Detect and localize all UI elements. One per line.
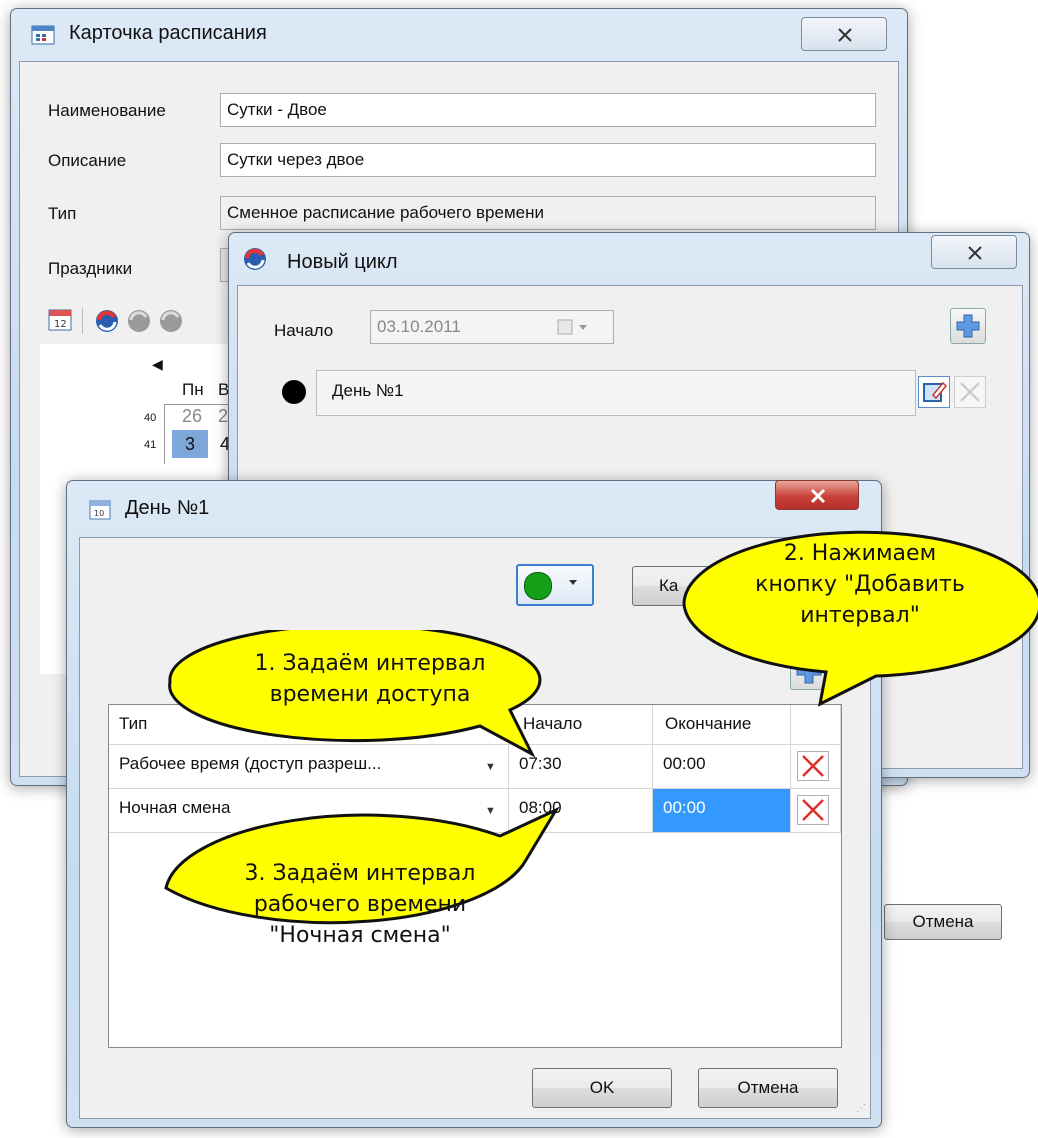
calendar-day[interactable]: 26 <box>182 406 202 427</box>
type-label: Тип <box>48 204 77 223</box>
week-number: 40 <box>144 412 157 424</box>
toolbar-separator <box>82 308 83 334</box>
close-icon <box>810 488 826 504</box>
add-day-button[interactable] <box>950 308 986 344</box>
table-row-end-cell[interactable]: 00:00 <box>653 745 791 789</box>
calendar-divider <box>164 404 165 464</box>
week-number: 41 <box>144 439 157 451</box>
column-header-end[interactable]: Окончание <box>653 705 791 745</box>
calendar-icon <box>31 23 55 45</box>
color-swatch <box>524 572 552 600</box>
close-button[interactable] <box>931 235 1017 269</box>
cancel-button[interactable]: Отмена <box>698 1068 838 1108</box>
color-picker-button[interactable] <box>516 564 594 606</box>
refresh-icon[interactable] <box>158 308 184 339</box>
name-label: Наименование <box>48 101 166 120</box>
delete-icon <box>802 755 824 777</box>
day-item-label: День №1 <box>332 381 404 400</box>
name-field[interactable]: Сутки - Двое <box>220 93 876 127</box>
close-button[interactable] <box>775 480 859 510</box>
start-date-value: 03.10.2011 <box>377 317 461 336</box>
close-icon <box>968 246 982 260</box>
start-label: Начало <box>274 321 334 340</box>
cancel-button[interactable]: Отмена <box>884 904 1002 940</box>
dropdown-arrow-icon <box>566 575 580 594</box>
window-title: Карточка расписания <box>69 22 267 44</box>
add-icon <box>956 314 980 338</box>
window-title: День №1 <box>125 497 210 519</box>
weekday-header: Пн <box>182 380 204 399</box>
date-picker-icon[interactable] <box>557 318 591 341</box>
holidays-label: Праздники <box>48 259 133 278</box>
refresh-icon <box>243 247 267 270</box>
schedule-card-titlebar: Карточка расписания <box>11 9 907 61</box>
callout-3-text: 3. Задаём интервал рабочего времени "Ночна… <box>244 861 476 948</box>
calendar-icon[interactable]: 12 <box>48 308 72 337</box>
delete-icon[interactable] <box>954 376 986 408</box>
close-button[interactable] <box>801 17 887 51</box>
svg-text:10: 10 <box>94 509 104 518</box>
description-field[interactable]: Сутки через двое <box>220 143 876 177</box>
table-row-end-cell-selected[interactable]: 00:00 <box>653 789 791 833</box>
refresh-icon[interactable] <box>126 308 152 339</box>
start-date-field[interactable]: 03.10.2011 <box>370 310 614 344</box>
calendar-icon: 10 <box>89 499 113 521</box>
refresh-icon[interactable] <box>94 308 120 339</box>
ok-button[interactable]: OK <box>532 1068 672 1108</box>
description-label: Описание <box>48 151 127 170</box>
close-icon <box>838 28 852 42</box>
new-cycle-titlebar: Новый цикл <box>229 233 1029 285</box>
calendar-prev-arrow-icon[interactable]: ◀ <box>152 356 163 373</box>
callout-2-text: 2. Нажимаем кнопку "Добавить интервал" <box>755 541 965 628</box>
delete-interval-button[interactable] <box>797 751 829 781</box>
day-list-item[interactable]: День №1 <box>282 370 1002 416</box>
window-title: Новый цикл <box>287 251 398 273</box>
resize-grip-icon[interactable]: ⋰ <box>856 1103 866 1114</box>
edit-icon[interactable] <box>918 376 950 408</box>
callout-1-text: 1. Задаём интервал времени доступа <box>254 651 486 707</box>
table-row-action-cell <box>791 789 841 833</box>
table-row-action-cell <box>791 745 841 789</box>
delete-interval-button[interactable] <box>797 795 829 825</box>
calendar-day-selected[interactable]: 3 <box>172 430 208 458</box>
day-item-box <box>316 370 916 416</box>
column-header-actions <box>791 705 841 745</box>
day-color-dot <box>282 380 306 404</box>
type-field: Сменное расписание рабочего времени <box>220 196 876 230</box>
delete-icon <box>802 799 824 821</box>
svg-text:12: 12 <box>54 319 67 330</box>
